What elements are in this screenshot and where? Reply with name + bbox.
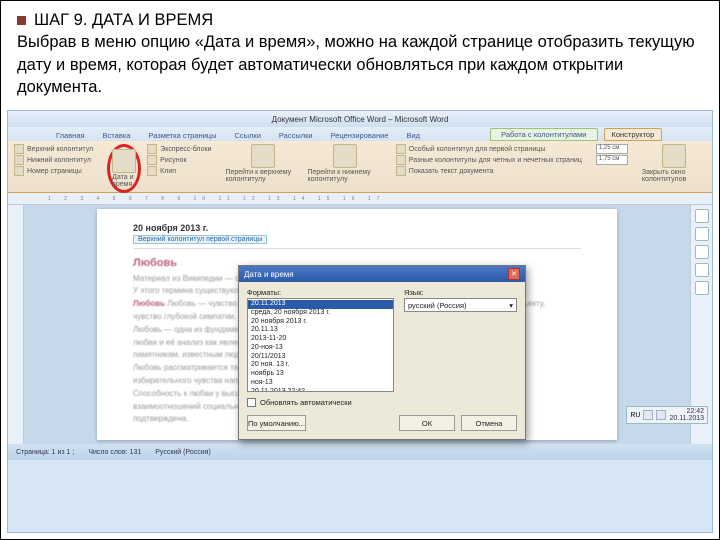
btn-goto-footer[interactable]: Перейти к нижнему колонтитулу	[307, 144, 381, 183]
date-time-dialog: Дата и время ✕ Форматы: 20.11.2013 среда…	[238, 265, 526, 440]
format-item-selected[interactable]: 20.11.2013	[248, 300, 393, 309]
tab-layout[interactable]: Разметка страницы	[140, 129, 224, 141]
btn-goto-header[interactable]: Перейти к верхнему колонтитулу	[225, 144, 301, 183]
bullet-icon	[17, 16, 26, 25]
tray-clock[interactable]: 22:42 20.11.2013	[669, 408, 704, 422]
btn-header[interactable]: Верхний колонтитул	[27, 146, 93, 153]
btn-close-header[interactable]: Закрыть окно колонтитулов	[642, 144, 706, 183]
btn-pagenumber[interactable]: Номер страницы	[27, 168, 82, 175]
chevron-down-icon: ▾	[509, 301, 513, 310]
opt-odd-even[interactable]: Разные колонтитулы для четных и нечетных…	[409, 157, 582, 164]
close-icon	[662, 144, 686, 168]
language-label: Язык:	[404, 288, 517, 297]
goto-header-icon	[251, 144, 275, 168]
cancel-button[interactable]: Отмена	[461, 415, 517, 431]
footer-offset[interactable]: 1,75 см	[596, 155, 628, 165]
pagenum-icon	[14, 166, 24, 176]
tab-design[interactable]: Конструктор	[604, 128, 663, 141]
status-bar: Страница: 1 из 1 ; Число слов: 131 Русск…	[8, 444, 712, 460]
auto-update-label: Обновлять автоматически	[260, 398, 352, 407]
format-item[interactable]: 20/11/2013	[248, 353, 393, 362]
tray-icon[interactable]	[656, 410, 666, 420]
format-item[interactable]: 20 ноября 2013 г.	[248, 318, 393, 327]
ribbon-tabs: Главная Вставка Разметка страницы Ссылки…	[8, 127, 712, 141]
ribbon: Верхний колонтитул Нижний колонтитул Ном…	[8, 141, 712, 193]
contextual-group: Работа с колонтитулами	[490, 128, 597, 141]
format-item[interactable]: 2013-11-20	[248, 335, 393, 344]
auto-update-checkbox[interactable]	[247, 398, 256, 407]
btn-quickparts[interactable]: Экспресс-блоки	[160, 146, 211, 153]
tray-icon[interactable]	[643, 410, 653, 420]
slide-body: Выбрав в меню опцию «Дата и время», можн…	[17, 31, 703, 98]
formats-label: Форматы:	[247, 288, 394, 297]
format-item[interactable]: 20 ноя. 13 г.	[248, 361, 393, 370]
highlight-circle: Дата и время	[107, 144, 141, 193]
ok-button[interactable]: ОК	[399, 415, 455, 431]
dock-item[interactable]	[695, 227, 709, 241]
tab-insert[interactable]: Вставка	[95, 129, 139, 141]
clip-icon	[147, 166, 157, 176]
doc-heading: Любовь	[133, 257, 177, 269]
btn-footer[interactable]: Нижний колонтитул	[27, 157, 91, 164]
dialog-close-button[interactable]: ✕	[508, 268, 520, 280]
footer-icon	[14, 155, 24, 165]
dock-item[interactable]	[695, 209, 709, 223]
btn-date-time[interactable]: Дата и время	[112, 149, 136, 188]
goto-footer-icon	[333, 144, 357, 168]
status-page[interactable]: Страница: 1 из 1 ;	[16, 449, 74, 456]
date-time-icon	[112, 149, 136, 173]
picture-icon	[147, 155, 157, 165]
status-lang[interactable]: Русский (Россия)	[155, 449, 211, 456]
tab-mailings[interactable]: Рассылки	[271, 129, 321, 141]
vertical-ruler	[8, 205, 24, 444]
tab-review[interactable]: Рецензирование	[323, 129, 397, 141]
dock-item[interactable]	[695, 245, 709, 259]
header-date: 20 ноября 2013 г.	[133, 223, 581, 233]
checkbox-icon[interactable]	[396, 155, 406, 165]
formats-listbox[interactable]: 20.11.2013 среда, 20 ноября 2013 г. 20 н…	[247, 298, 394, 392]
tab-view[interactable]: Вид	[398, 129, 428, 141]
status-words[interactable]: Число слов: 131	[88, 449, 141, 456]
tab-home[interactable]: Главная	[48, 129, 93, 141]
header-region-tab: Верхний колонтитул первой страницы	[133, 235, 267, 244]
opt-first-page[interactable]: Особый колонтитул для первой страницы	[409, 146, 546, 153]
format-item[interactable]: 20.11.13	[248, 326, 393, 335]
horizontal-ruler: 1 2 3 4 5 6 7 8 9 10 11 12 13 14 15 16 1…	[8, 193, 712, 205]
tray-lang[interactable]: RU	[630, 412, 640, 419]
work-area: 20 ноября 2013 г. Верхний колонтитул пер…	[8, 205, 712, 444]
format-item[interactable]: 20.11.2013 22:42	[248, 388, 393, 393]
opt-show-doc[interactable]: Показать текст документа	[409, 168, 494, 175]
language-combo[interactable]: русский (Россия) ▾	[404, 298, 517, 312]
dock-item[interactable]	[695, 263, 709, 277]
format-item[interactable]: ноя-13	[248, 379, 393, 388]
format-item[interactable]: среда, 20 ноября 2013 г.	[248, 309, 393, 318]
dock-item[interactable]	[695, 281, 709, 295]
system-tray: RU 22:42 20.11.2013	[626, 406, 708, 424]
checkbox-icon[interactable]	[396, 144, 406, 154]
format-item[interactable]: 20-ноя-13	[248, 344, 393, 353]
btn-picture[interactable]: Рисунок	[160, 157, 186, 164]
slide-title: ШАГ 9. ДАТА И ВРЕМЯ	[34, 9, 213, 31]
btn-clip[interactable]: Клип	[160, 168, 176, 175]
tab-references[interactable]: Ссылки	[226, 129, 268, 141]
quickparts-icon	[147, 144, 157, 154]
slide-text: ШАГ 9. ДАТА И ВРЕМЯ Выбрав в меню опцию …	[1, 1, 719, 110]
header-offset[interactable]: 1,25 см	[596, 144, 628, 154]
header-icon	[14, 144, 24, 154]
dialog-title: Дата и время	[244, 270, 294, 279]
word-window: Документ Microsoft Office Word – Microso…	[7, 110, 713, 533]
window-title: Документ Microsoft Office Word – Microso…	[272, 115, 449, 124]
checkbox-icon[interactable]	[396, 166, 406, 176]
format-item[interactable]: ноябрь 13	[248, 370, 393, 379]
default-button[interactable]: По умолчанию...	[247, 415, 306, 431]
titlebar: Документ Microsoft Office Word – Microso…	[8, 111, 712, 127]
